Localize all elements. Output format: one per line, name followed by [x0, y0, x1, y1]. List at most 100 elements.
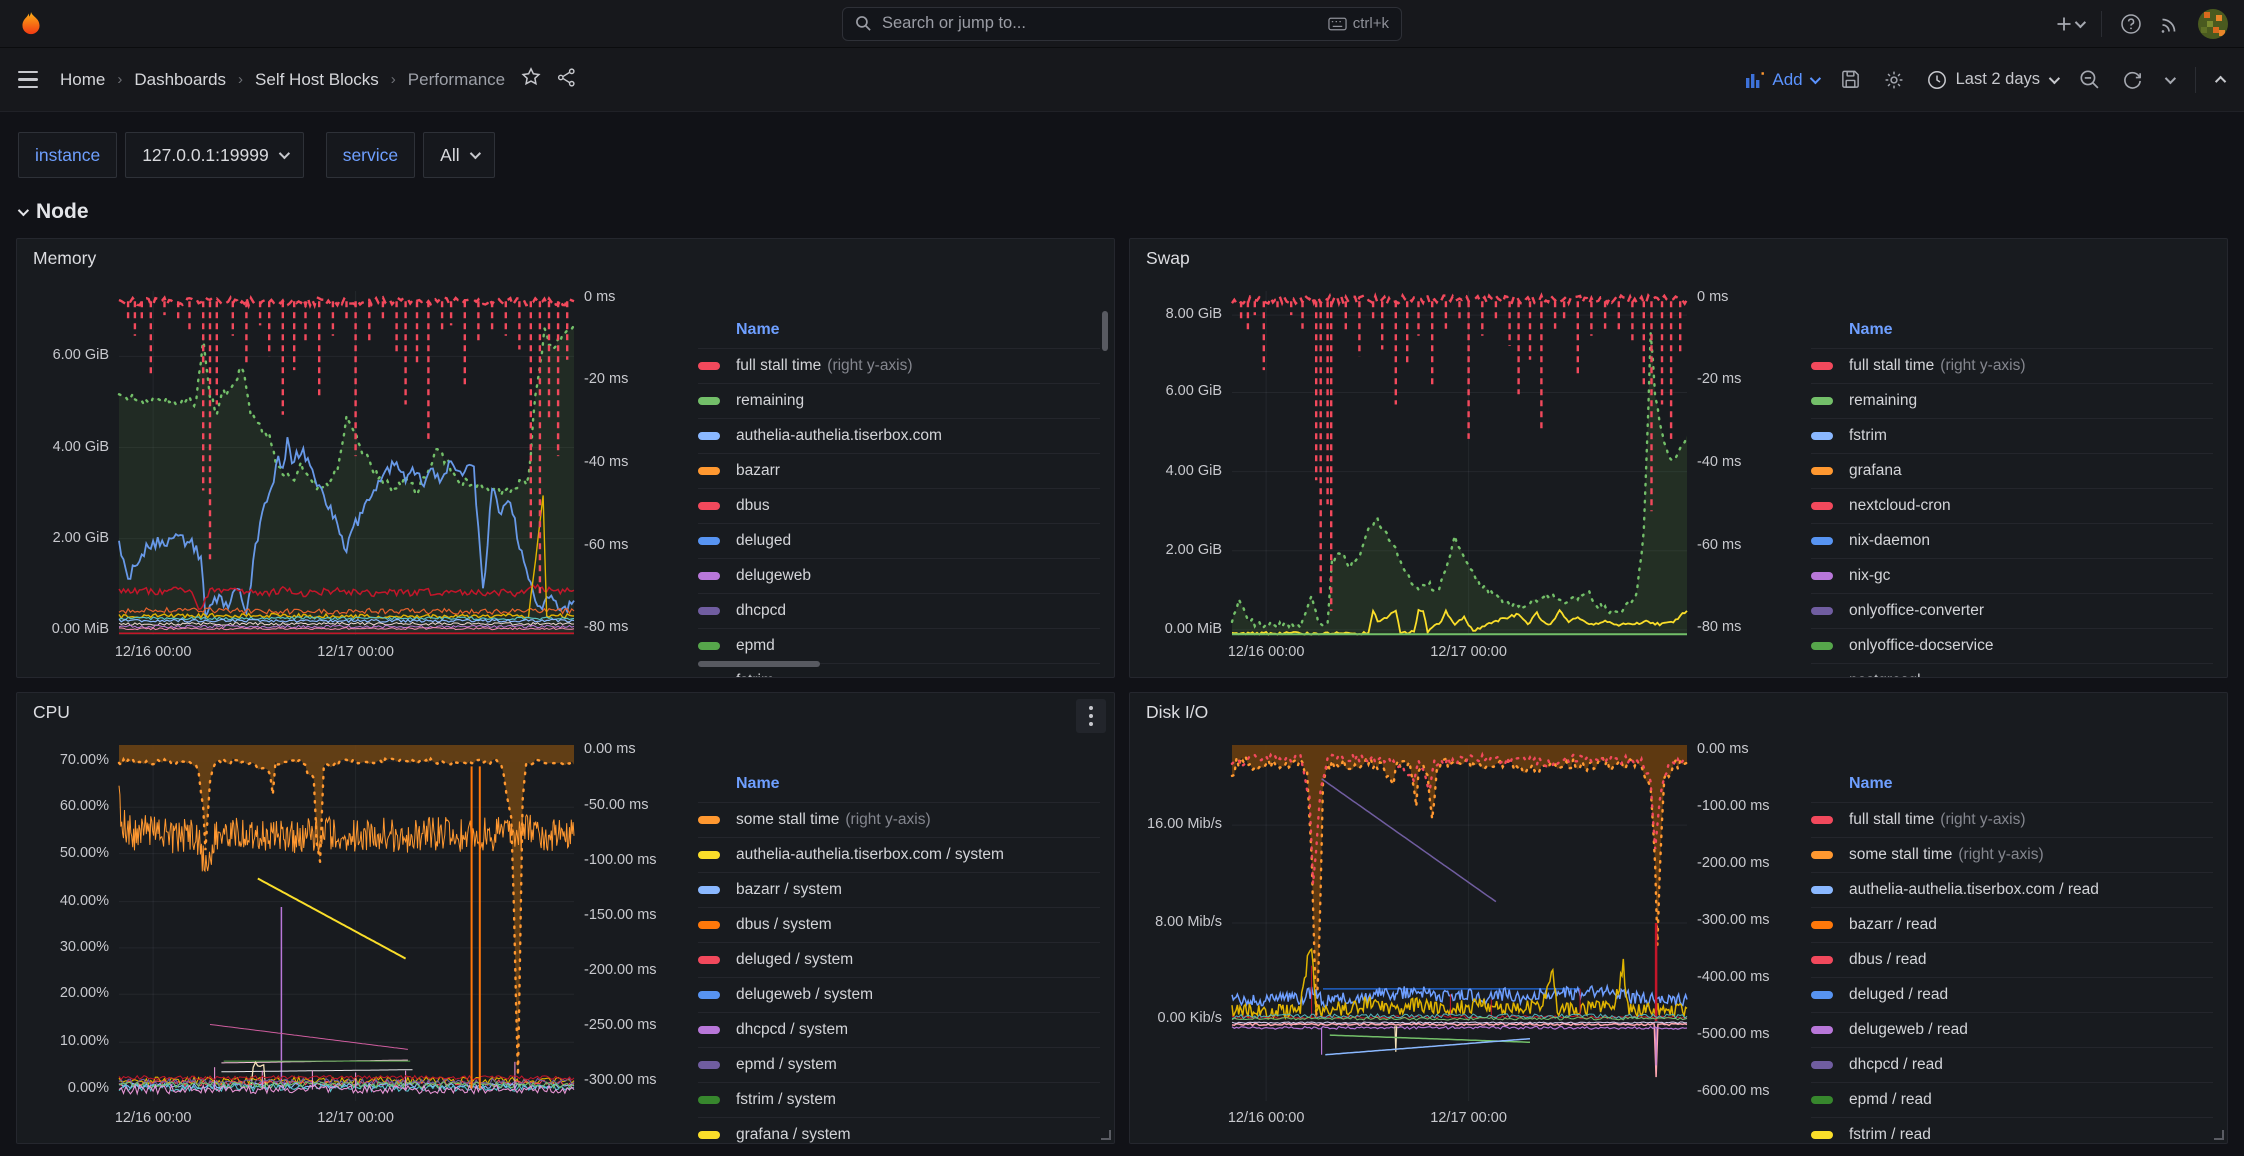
legend-item[interactable]: grafana / system: [698, 1118, 1100, 1144]
legend-item[interactable]: authelia-authelia.tiserbox.com: [698, 419, 1100, 454]
legend-item[interactable]: bazarr / system: [698, 873, 1100, 908]
chart-canvas[interactable]: [1136, 731, 1791, 1137]
legend-horizontal-scrollbar[interactable]: [698, 661, 820, 667]
series-label: dbus / system: [736, 916, 832, 934]
legend-item[interactable]: full stall time(right y-axis): [1811, 349, 2213, 384]
panel-resize-handle[interactable]: [2214, 1130, 2224, 1140]
legend-item[interactable]: dhcpcd: [698, 594, 1100, 629]
zoom-out-button[interactable]: [2079, 69, 2100, 90]
panel-title[interactable]: Memory: [33, 248, 96, 269]
breadcrumb-home[interactable]: Home: [60, 70, 105, 90]
legend-item[interactable]: postgresql: [1811, 664, 2213, 678]
legend-vertical-scrollbar[interactable]: [1102, 311, 1108, 351]
menu-toggle-button[interactable]: [18, 71, 38, 89]
legend: Name full stall time(right y-axis)remain…: [1791, 277, 2223, 671]
panel-title[interactable]: Swap: [1146, 248, 1190, 269]
legend-item[interactable]: deluged / system: [698, 943, 1100, 978]
top-nav-bar: Search or jump to... ctrl+k: [0, 0, 2244, 48]
legend-item[interactable]: dbus / read: [1811, 943, 2213, 978]
legend-item[interactable]: nextcloud-cron: [1811, 489, 2213, 524]
panel-menu-button[interactable]: [1076, 699, 1106, 733]
row-node-header[interactable]: Node: [18, 200, 2226, 224]
plus-icon: [2056, 16, 2072, 32]
legend-item[interactable]: fstrim / system: [698, 1083, 1100, 1118]
refresh-button[interactable]: [2122, 69, 2143, 90]
legend-item[interactable]: epmd / read: [1811, 1083, 2213, 1118]
legend-item[interactable]: full stall time(right y-axis): [1811, 803, 2213, 838]
legend-item[interactable]: grafana: [1811, 454, 2213, 489]
series-label-suffix: (right y-axis): [1958, 846, 2043, 864]
series-color-pill: [1811, 432, 1833, 440]
series-color-pill: [1811, 851, 1833, 859]
refresh-icon: [2122, 69, 2143, 90]
grafana-logo[interactable]: [16, 9, 46, 39]
time-series-chart[interactable]: 0.00 MiB2.00 GiB4.00 GiB6.00 GiB8.00 GiB…: [1136, 277, 1791, 671]
legend-item[interactable]: onlyoffice-converter: [1811, 594, 2213, 629]
legend-item[interactable]: bazarr: [698, 454, 1100, 489]
legend-item[interactable]: some stall time(right y-axis): [698, 803, 1100, 838]
user-avatar[interactable]: [2198, 9, 2228, 39]
legend-name-header[interactable]: Name: [698, 775, 1100, 803]
breadcrumb-separator: ›: [117, 71, 122, 88]
legend-item[interactable]: deluged / read: [1811, 978, 2213, 1013]
legend-item[interactable]: remaining: [698, 384, 1100, 419]
legend-item[interactable]: full stall time(right y-axis): [698, 349, 1100, 384]
share-button[interactable]: [557, 68, 576, 92]
legend-item[interactable]: some stall time(right y-axis): [1811, 838, 2213, 873]
time-series-chart[interactable]: 0.00%10.00%20.00%30.00%40.00%50.00%60.00…: [23, 731, 678, 1137]
legend-item[interactable]: delugeweb / system: [698, 978, 1100, 1013]
legend-item[interactable]: delugeweb / read: [1811, 1013, 2213, 1048]
legend-item[interactable]: fstrim / read: [1811, 1118, 2213, 1144]
legend-name-header[interactable]: Name: [698, 321, 1100, 349]
variable-service-select[interactable]: All: [423, 132, 494, 178]
legend-item[interactable]: epmd / system: [698, 1048, 1100, 1083]
chart-canvas[interactable]: [23, 731, 678, 1137]
legend-name-header[interactable]: Name: [1811, 321, 2213, 349]
favorite-star-button[interactable]: [521, 67, 541, 92]
legend-item[interactable]: dbus / system: [698, 908, 1100, 943]
legend-item[interactable]: nix-daemon: [1811, 524, 2213, 559]
panel-title[interactable]: CPU: [33, 702, 70, 723]
y-axis-right-tick: -80 ms: [1697, 619, 1741, 635]
variable-instance-select[interactable]: 127.0.0.1:19999: [125, 132, 304, 178]
panel-title[interactable]: Disk I/O: [1146, 702, 1208, 723]
share-icon: [557, 68, 576, 87]
breadcrumb-folder[interactable]: Self Host Blocks: [255, 70, 379, 90]
add-panel-icon: [1745, 71, 1765, 89]
chevron-down-icon: [2049, 72, 2060, 83]
panel-resize-handle[interactable]: [1101, 1130, 1111, 1140]
legend-item[interactable]: onlyoffice-docservice: [1811, 629, 2213, 664]
chart-canvas[interactable]: [23, 277, 678, 671]
legend-item[interactable]: delugeweb: [698, 559, 1100, 594]
collapse-toolbar-icon[interactable]: [2215, 75, 2226, 86]
legend-item[interactable]: remaining: [1811, 384, 2213, 419]
add-panel-button[interactable]: Add: [1745, 70, 1817, 90]
news-button[interactable]: [2160, 14, 2180, 34]
save-dashboard-button[interactable]: [1840, 69, 1861, 90]
series-color-pill: [698, 607, 720, 615]
time-range-picker[interactable]: Last 2 days: [1927, 70, 2057, 90]
legend-item[interactable]: dbus: [698, 489, 1100, 524]
global-search-input[interactable]: Search or jump to... ctrl+k: [842, 7, 1402, 41]
series-label: authelia-authelia.tiserbox.com / system: [736, 846, 1004, 864]
legend-item[interactable]: bazarr / read: [1811, 908, 2213, 943]
new-menu-button[interactable]: [2056, 16, 2083, 32]
series-color-pill: [1811, 921, 1833, 929]
legend-name-header[interactable]: Name: [1811, 775, 2213, 803]
help-button[interactable]: [2120, 13, 2142, 35]
legend-item[interactable]: epmd: [698, 629, 1100, 664]
legend-item[interactable]: dhcpcd / system: [698, 1013, 1100, 1048]
legend-item[interactable]: nix-gc: [1811, 559, 2213, 594]
breadcrumb-dashboards[interactable]: Dashboards: [134, 70, 226, 90]
legend-item[interactable]: dhcpcd / read: [1811, 1048, 2213, 1083]
legend-item[interactable]: authelia-authelia.tiserbox.com / system: [698, 838, 1100, 873]
time-series-chart[interactable]: 0.00 Kib/s8.00 Mib/s16.00 Mib/s0.00 ms-1…: [1136, 731, 1791, 1137]
refresh-interval-chevron-icon[interactable]: [2165, 72, 2176, 83]
x-axis-tick: 12/16 00:00: [1220, 1110, 1312, 1126]
legend-item[interactable]: fstrim: [1811, 419, 2213, 454]
legend-item[interactable]: deluged: [698, 524, 1100, 559]
legend-item[interactable]: authelia-authelia.tiserbox.com / read: [1811, 873, 2213, 908]
dashboard-settings-button[interactable]: [1883, 69, 1905, 91]
time-series-chart[interactable]: 0.00 MiB2.00 GiB4.00 GiB6.00 GiB0 ms-20 …: [23, 277, 678, 671]
chart-canvas[interactable]: [1136, 277, 1791, 671]
